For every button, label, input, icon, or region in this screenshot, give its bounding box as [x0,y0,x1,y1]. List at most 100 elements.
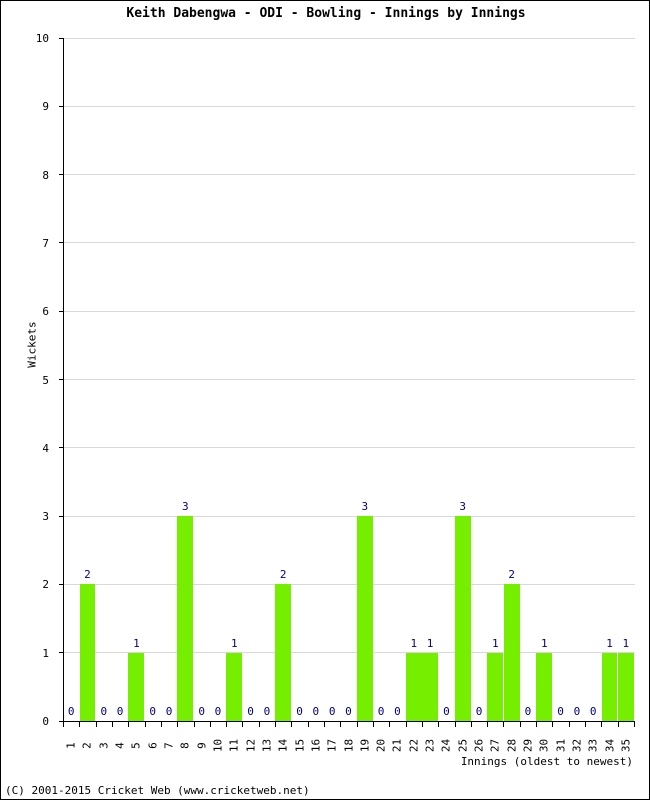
bar-slot[interactable]: 0 [194,38,210,721]
x-tick-mark [520,722,521,727]
bar-slot[interactable]: 1 [422,38,439,721]
y-tick-label: 1 [42,646,49,660]
bar-slot[interactable]: 0 [292,38,308,721]
y-axis-title: Wickets [25,321,39,368]
bar-slot[interactable]: 1 [405,38,422,721]
x-tick-mark [357,722,358,727]
x-tick-label: 19 [358,738,372,753]
x-tick-mark [585,722,586,727]
x-tick-label: 34 [603,738,617,753]
bar-slot[interactable]: 0 [63,38,79,721]
bar-slot[interactable]: 1 [226,38,243,721]
bar[interactable] [275,584,292,721]
x-tick-mark [406,722,407,727]
bar[interactable] [503,584,520,721]
bar[interactable] [356,516,373,721]
bar[interactable] [617,652,634,721]
x-tick-mark [569,722,570,727]
bar-slot[interactable]: 2 [79,38,96,721]
bar-slot[interactable]: 0 [308,38,324,721]
y-tick-label: 10 [35,32,49,45]
bar-slot[interactable]: 0 [553,38,569,721]
bar-slot[interactable]: 1 [487,38,504,721]
x-tick-mark [145,722,146,727]
bar-slot[interactable]: 1 [601,38,618,721]
x-tick-mark [79,722,80,727]
x-tick-label: 12 [244,738,258,753]
bar-slot[interactable]: 1 [536,38,553,721]
x-tick-mark [536,722,537,727]
bar-slot[interactable]: 0 [243,38,259,721]
bar-slot[interactable]: 0 [324,38,340,721]
x-tick-mark [291,722,292,727]
x-tick-mark [373,722,374,727]
x-tick-label: 14 [276,738,290,753]
bar-value-label: 1 [622,636,630,650]
x-tick-label: 6 [146,742,160,749]
y-tick-label: 4 [42,441,49,455]
x-tick-mark [308,722,309,727]
y-tick-label: 2 [42,578,49,592]
bar-slot[interactable]: 0 [112,38,128,721]
x-tick-label: 1 [64,742,78,749]
bar-slot[interactable]: 3 [356,38,373,721]
x-tick-mark [194,722,195,727]
bar[interactable] [601,652,618,721]
x-tick-label: 25 [456,738,470,753]
bar-slot[interactable]: 3 [177,38,194,721]
bar-slot[interactable]: 1 [128,38,145,721]
chart-title: Keith Dabengwa - ODI - Bowling - Innings… [126,6,526,21]
x-tick-mark [634,722,635,727]
bar-slot[interactable]: 0 [341,38,357,721]
y-tick-label: 7 [42,236,49,250]
x-axis-title: Innings (oldest to newest) [460,755,633,768]
bar-slot[interactable]: 0 [520,38,536,721]
bar-slot[interactable]: 0 [259,38,275,721]
bar-slot[interactable]: 2 [275,38,292,721]
x-tick-mark [177,722,178,727]
x-tick-label: 32 [570,738,584,753]
bar[interactable] [405,652,422,721]
bar-slot[interactable]: 3 [454,38,471,721]
x-tick-label: 22 [407,738,421,753]
bar-slot[interactable]: 0 [471,38,487,721]
x-tick-mark [601,722,602,727]
bar-slot[interactable]: 0 [438,38,454,721]
bar[interactable] [487,652,504,721]
x-tick-label: 15 [293,738,307,753]
bar[interactable] [79,584,96,721]
x-tick-label: 27 [488,738,502,753]
bar-slot[interactable]: 2 [503,38,520,721]
x-tick-label: 7 [162,742,176,749]
x-tick-label: 30 [537,738,551,753]
bar-slot[interactable]: 0 [210,38,226,721]
x-tick-label: 10 [211,738,225,753]
bar-slot[interactable]: 0 [389,38,405,721]
x-tick-mark [389,722,390,727]
x-tick-label: 13 [260,738,274,753]
x-tick-mark [275,722,276,727]
x-tick-mark [438,722,439,727]
x-tick-label: 4 [113,742,127,749]
x-tick-mark [618,722,619,727]
bar-slot[interactable]: 0 [585,38,601,721]
bar-slot[interactable]: 0 [96,38,112,721]
x-tick-label: 16 [309,738,323,753]
bar-slot[interactable]: 0 [569,38,585,721]
bar-slot[interactable]: 0 [145,38,161,721]
x-tick-mark [242,722,243,727]
bar[interactable] [454,516,471,721]
bar-slot[interactable]: 1 [617,38,634,721]
x-tick-mark [422,722,423,727]
y-tick-label: 5 [42,373,49,387]
bar-slot[interactable]: 0 [373,38,389,721]
bar[interactable] [177,516,194,721]
x-tick-label: 18 [342,738,355,753]
x-tick-mark [340,722,341,727]
x-tick-mark [226,722,227,727]
y-tick-label: 8 [42,168,49,182]
x-tick-label: 20 [374,738,388,753]
x-tick-label: 31 [554,738,568,753]
bar-slot[interactable]: 0 [161,38,177,721]
x-tick-label: 29 [521,738,535,753]
